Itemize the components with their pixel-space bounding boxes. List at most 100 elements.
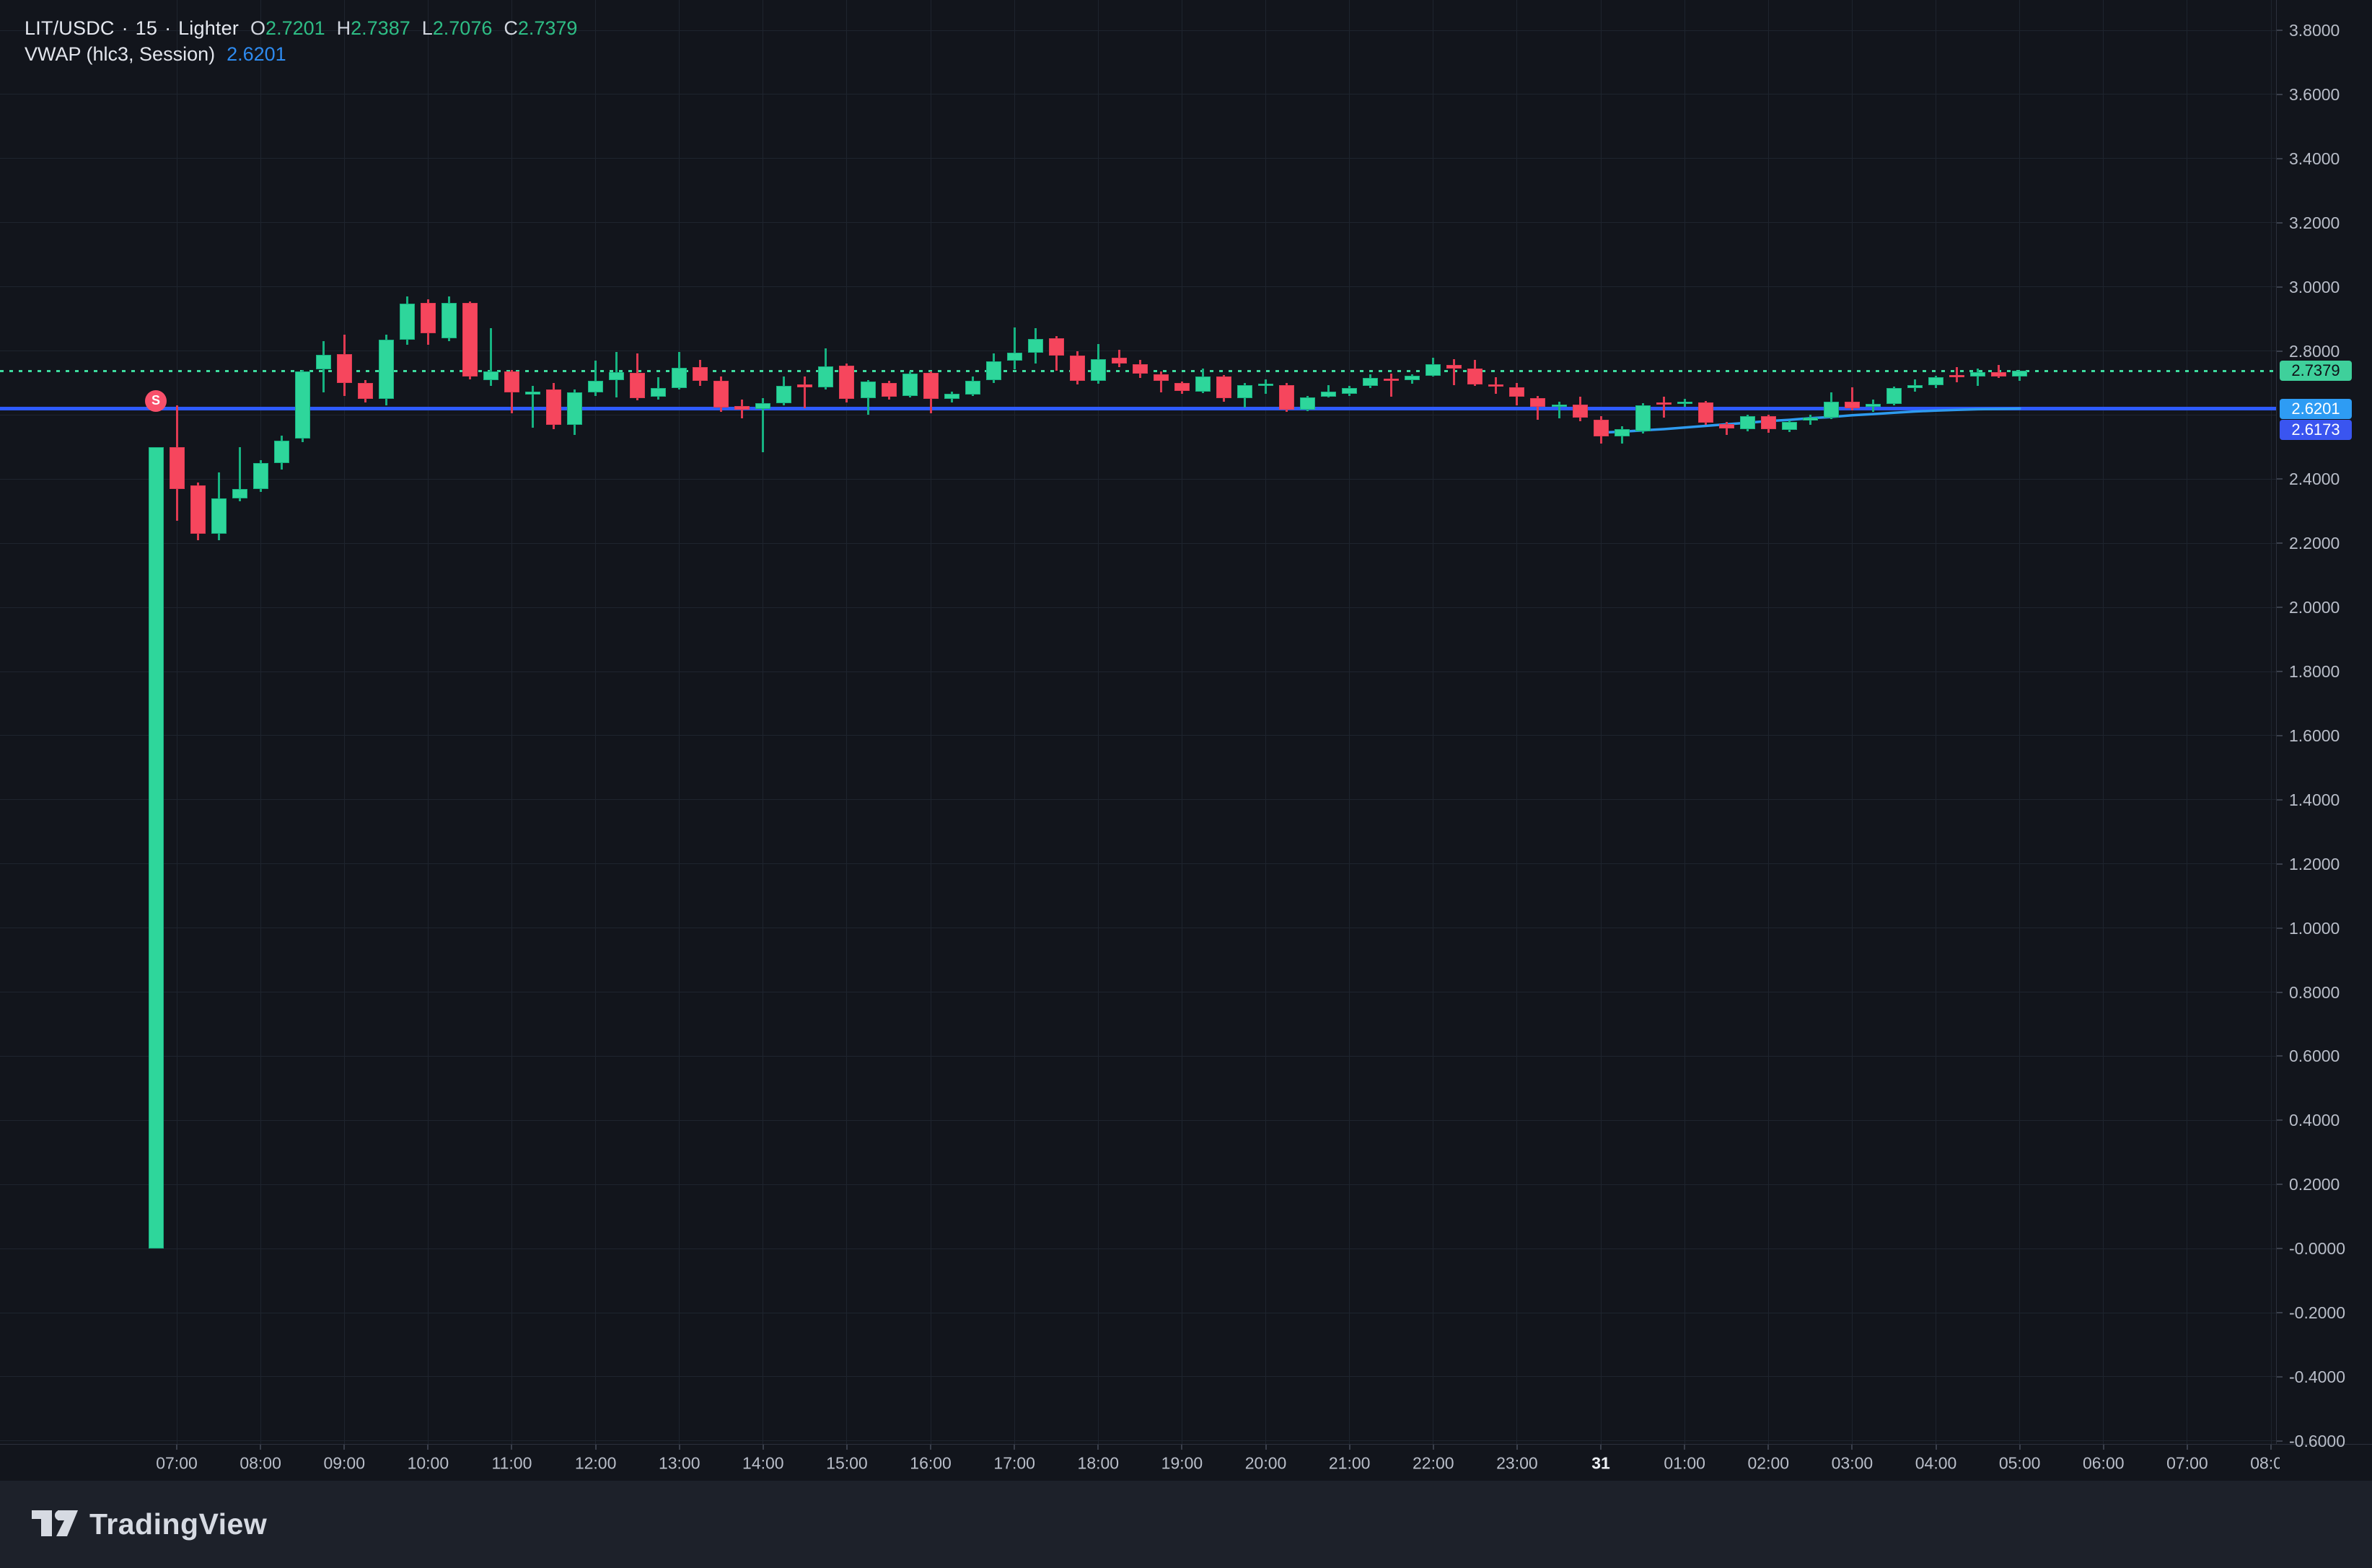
candle — [986, 361, 1001, 380]
y-axis-tick — [2277, 735, 2283, 736]
y-axis-tick-label: 1.4000 — [2289, 790, 2340, 810]
x-axis-tick-label: 04:00 — [1915, 1453, 1957, 1473]
candle — [944, 394, 959, 400]
x-axis-tick — [427, 1445, 429, 1450]
x-axis-tick-label: 01:00 — [1664, 1453, 1705, 1473]
y-axis-tick — [2277, 799, 2283, 801]
y-axis-tick — [2277, 286, 2283, 288]
candle — [1384, 379, 1399, 381]
y-axis-tick-label: 2.0000 — [2289, 598, 2340, 617]
y-axis-tick-label: 0.2000 — [2289, 1175, 2340, 1194]
x-axis-tick-label: 06:00 — [2083, 1453, 2125, 1473]
candle — [1928, 377, 1943, 385]
candle — [1426, 364, 1441, 376]
y-axis-tick-label: 3.2000 — [2289, 213, 2340, 233]
vwap-price-badge: 2.6201 — [2280, 399, 2352, 419]
y-axis-tick — [2277, 1376, 2283, 1378]
x-axis-tick — [1851, 1445, 1853, 1450]
x-axis-tick — [2187, 1445, 2188, 1450]
candle-wick — [1390, 374, 1392, 397]
candle — [776, 386, 791, 402]
price-axis[interactable]: 3.80003.60003.40003.20003.00002.80002.40… — [2276, 0, 2372, 1444]
sell-trade-marker[interactable]: S — [145, 390, 167, 412]
x-axis-tick-label: 19:00 — [1161, 1453, 1203, 1473]
x-axis-tick — [1767, 1445, 1769, 1450]
x-axis-tick-label: 12:00 — [575, 1453, 617, 1473]
y-axis-tick-label: 2.8000 — [2289, 342, 2340, 361]
x-axis-tick-label: 08:00 — [2250, 1453, 2280, 1473]
candle — [1573, 405, 1588, 418]
candle — [693, 367, 708, 381]
tradingview-logo[interactable]: TradingView — [32, 1507, 267, 1541]
candle — [1405, 376, 1420, 381]
candle — [609, 372, 624, 379]
candle — [1509, 387, 1524, 396]
candle — [1049, 338, 1064, 356]
x-axis-tick — [1014, 1445, 1015, 1450]
indicator-legend-row[interactable]: VWAP (hlc3, Session) 2.6201 — [25, 43, 577, 69]
y-axis-tick — [2277, 992, 2283, 993]
chart-pane[interactable]: S LIT/USDC · 15 · Lighter O2.7201 H2.738… — [0, 0, 2276, 1444]
candle — [1698, 402, 1713, 423]
candle — [1133, 364, 1148, 374]
candle — [1174, 383, 1190, 391]
candle-wick — [804, 376, 806, 408]
candle — [1719, 424, 1734, 428]
x-axis-tick-label: 18:00 — [1078, 1453, 1120, 1473]
y-axis-tick — [2277, 1248, 2283, 1249]
y-axis-tick-label: 1.2000 — [2289, 855, 2340, 874]
candle — [882, 383, 897, 397]
candle — [1740, 416, 1755, 429]
candle — [232, 489, 247, 498]
candle — [504, 371, 519, 392]
x-axis-tick-label: 17:00 — [993, 1453, 1035, 1473]
candle — [651, 388, 666, 397]
chart-window: S LIT/USDC · 15 · Lighter O2.7201 H2.738… — [0, 0, 2372, 1568]
candle — [1886, 388, 1902, 404]
x-axis-tick — [763, 1445, 764, 1450]
candle — [755, 403, 770, 410]
chart-legend: LIT/USDC · 15 · Lighter O2.7201 H2.7387 … — [25, 17, 577, 69]
y-axis-tick-label: 0.6000 — [2289, 1047, 2340, 1066]
candle — [1907, 385, 1923, 388]
candle — [965, 381, 980, 395]
candle — [1195, 376, 1211, 392]
x-axis-tick — [1684, 1445, 1685, 1450]
y-axis-tick-label: 0.4000 — [2289, 1111, 2340, 1130]
candle-wick — [1014, 327, 1016, 369]
y-axis-tick — [2277, 94, 2283, 95]
y-axis-tick-label: -0.4000 — [2289, 1367, 2345, 1387]
legend-separator: · — [164, 17, 171, 40]
x-axis-tick-label: 23:00 — [1496, 1453, 1538, 1473]
y-axis-tick — [2277, 542, 2283, 544]
y-axis-tick-label: 1.8000 — [2289, 662, 2340, 682]
symbol-legend-row[interactable]: LIT/USDC · 15 · Lighter O2.7201 H2.7387 … — [25, 17, 577, 43]
candle — [1258, 384, 1273, 386]
x-axis-tick — [1600, 1445, 1602, 1450]
candle — [861, 382, 876, 398]
x-axis-tick-label: 14:00 — [742, 1453, 784, 1473]
candle — [588, 381, 603, 392]
x-axis-tick-label: 09:00 — [323, 1453, 365, 1473]
candle — [1845, 402, 1860, 408]
candle — [1091, 359, 1106, 381]
tradingview-logo-text: TradingView — [89, 1507, 267, 1541]
candle — [713, 381, 729, 408]
y-axis-tick — [2277, 222, 2283, 224]
time-axis[interactable]: 07:0008:0009:0010:0011:0012:0013:0014:00… — [0, 1444, 2372, 1481]
y-axis-tick — [2277, 607, 2283, 608]
candle — [1866, 404, 1881, 407]
tradingview-logo-icon — [32, 1510, 78, 1539]
x-axis-tick — [511, 1445, 512, 1450]
candle — [1342, 388, 1357, 394]
candle — [1615, 429, 1630, 436]
y-axis-tick — [2277, 158, 2283, 159]
candle — [1154, 374, 1169, 381]
ohlc-close: C2.7379 — [504, 17, 577, 40]
y-axis-tick-label: 3.4000 — [2289, 149, 2340, 169]
indicator-name: VWAP (hlc3, Session) — [25, 43, 215, 66]
y-axis-tick-label: 3.0000 — [2289, 278, 2340, 297]
candle — [253, 463, 268, 489]
candle — [525, 392, 540, 394]
candle — [1070, 356, 1085, 381]
